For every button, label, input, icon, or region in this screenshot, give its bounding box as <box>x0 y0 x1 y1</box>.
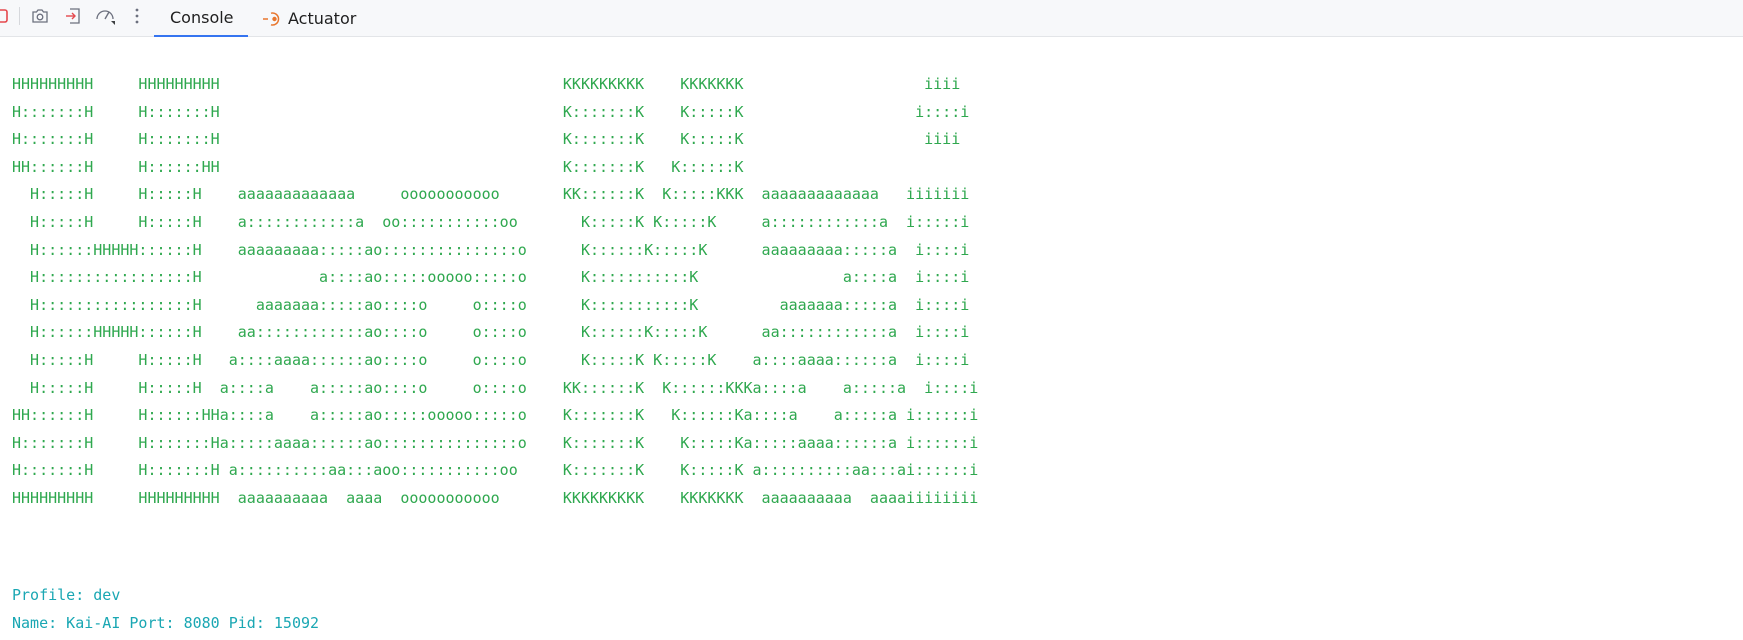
banner-line: H:::::H H:::::H a::::aaaa::::::ao::::o o… <box>12 350 970 369</box>
banner-line: H:::::::H H:::::::Ha:::::aaaa::::::ao:::… <box>12 433 979 452</box>
profile-line: Profile: dev <box>12 586 121 604</box>
banner-line: H:::::::::::::::::H a::::ao:::::ooooo:::… <box>12 268 970 287</box>
banner-line: H:::::::H H:::::::H a::::::::::aa:::aoo:… <box>12 461 979 480</box>
console-toolbar: Console Actuator <box>0 0 1743 37</box>
banner-line: H:::::::::::::::::H aaaaaaa:::::ao::::o … <box>12 295 970 314</box>
banner-line: H:::::::H H:::::::H K:::::::K K:::::K i:… <box>12 102 970 121</box>
gauge-icon[interactable] <box>94 5 118 27</box>
actuator-icon <box>262 10 282 28</box>
tab-console[interactable]: Console <box>154 0 248 37</box>
banner-line: H:::::H H:::::H aaaaaaaaaaaaa oooooooooo… <box>12 185 970 204</box>
tab-console-label: Console <box>170 8 234 27</box>
banner-line: H:::::::H H:::::::H K:::::::K K:::::K ii… <box>12 130 961 149</box>
tab-actuator-label: Actuator <box>288 9 357 28</box>
stop-icon[interactable] <box>0 5 8 27</box>
banner-line: HH::::::H H::::::HHa::::a a:::::ao:::::o… <box>12 406 979 425</box>
console-banner: HHHHHHHHH HHHHHHHHH KKKKKKKKK KKKKKKK ii… <box>12 71 978 513</box>
banner-line: H:::::H H:::::H a::::::::::::a oo:::::::… <box>12 212 970 231</box>
process-info-line: Name: Kai-AI Port: 8080 Pid: 15092 <box>12 614 320 632</box>
toolbar-separator <box>19 7 20 25</box>
more-icon[interactable] <box>130 5 144 27</box>
banner-line: H::::::HHHHH::::::H aa::::::::::::ao::::… <box>12 323 970 342</box>
camera-icon[interactable] <box>29 5 51 27</box>
banner-line: HHHHHHHHH HHHHHHHHH KKKKKKKKK KKKKKKK ii… <box>12 75 961 93</box>
console-info: Profile: dev Name: Kai-AI Port: 8080 Pid:… <box>12 581 319 637</box>
login-icon[interactable] <box>62 5 84 27</box>
tab-actuator[interactable]: Actuator <box>260 0 370 37</box>
banner-line: HH::::::H H::::::HH K:::::::K K::::::K <box>12 157 744 176</box>
banner-line: H:::::H H:::::H a::::a a:::::ao::::o o::… <box>12 378 979 397</box>
banner-line: HHHHHHHHH HHHHHHHHH aaaaaaaaaa aaaa oooo… <box>12 488 979 507</box>
banner-line: H::::::HHHHH::::::H aaaaaaaaa:::::ao::::… <box>12 240 970 259</box>
